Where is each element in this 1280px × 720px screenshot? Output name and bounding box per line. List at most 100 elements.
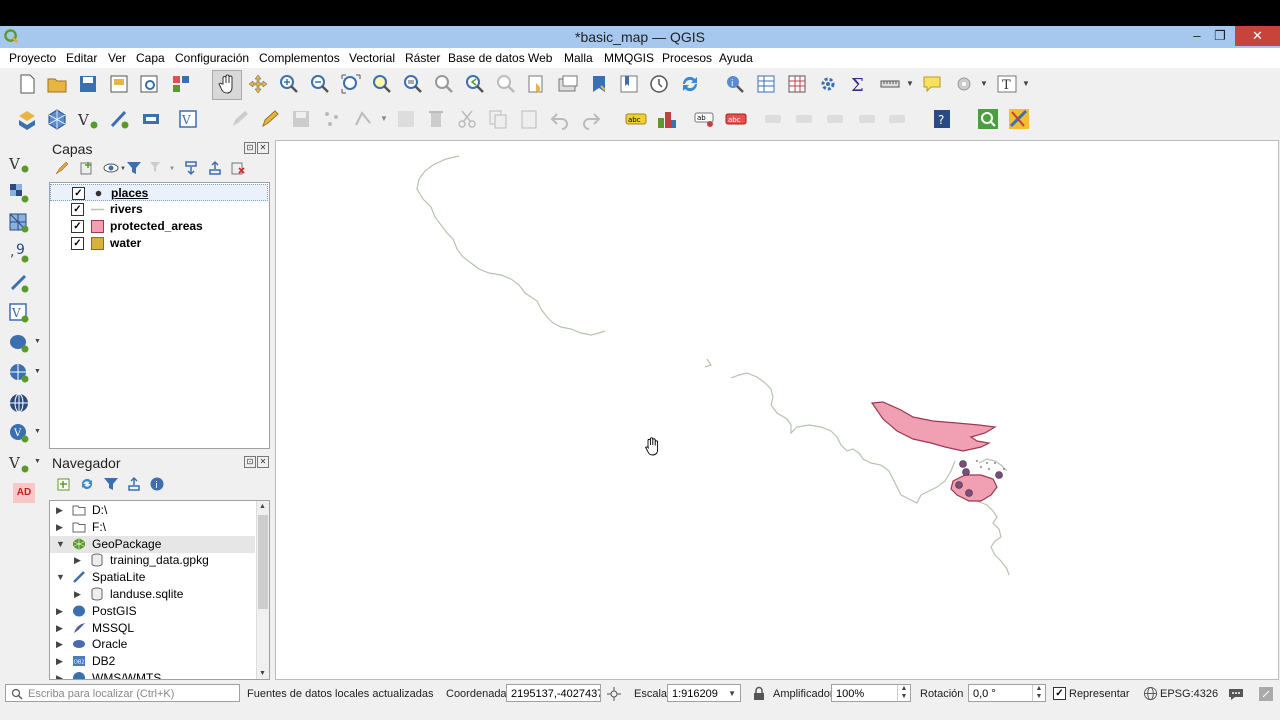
zoom-to-selection-icon[interactable] <box>371 73 393 95</box>
statistics-summary-icon[interactable]: Σ <box>848 73 870 95</box>
collapse-all-icon[interactable] <box>207 160 223 176</box>
new-bookmark-icon[interactable] <box>526 73 548 95</box>
add-wfs-layer-icon[interactable] <box>8 392 30 414</box>
browser-item[interactable]: ▶ landuse.sqlite <box>50 586 255 603</box>
layer-labeling-icon[interactable]: abc <box>625 108 647 130</box>
layers-panel-close-button[interactable]: ✕ <box>257 142 269 154</box>
new-geopackage-layer-icon[interactable] <box>46 108 68 130</box>
browser-filter-icon[interactable] <box>103 476 119 492</box>
restore-button[interactable]: ❐ <box>1205 26 1235 46</box>
zoom-to-layer-icon[interactable] <box>402 73 424 95</box>
scrollbar-thumb[interactable] <box>258 515 268 609</box>
menu-procesos[interactable]: Procesos <box>662 51 712 65</box>
close-button[interactable]: ✕ <box>1235 26 1280 46</box>
zoom-full-icon[interactable] <box>340 73 362 95</box>
layer-visibility-checkbox[interactable]: ✓ <box>71 203 84 216</box>
render-checkbox[interactable]: ✓ <box>1053 687 1066 700</box>
browser-panel-float-button[interactable]: ⊡ <box>244 456 256 468</box>
processing-toolbox-icon[interactable] <box>817 73 839 95</box>
scroll-down-icon[interactable]: ▼ <box>259 670 266 677</box>
expand-arrow-icon[interactable]: ▶ <box>56 606 63 617</box>
coordinate-field[interactable]: 2195137,-4027437 <box>506 684 601 702</box>
zoom-last-icon[interactable] <box>464 73 486 95</box>
save-layer-edits-icon[interactable] <box>290 108 312 130</box>
add-delimited-text-icon[interactable]: ,9 <box>8 242 30 264</box>
browser-panel-close-button[interactable]: ✕ <box>257 456 269 468</box>
move-label-icon[interactable] <box>762 108 784 130</box>
vertex-dropdown-icon[interactable]: ▼ <box>380 114 388 123</box>
quickmap-plugin-icon[interactable] <box>1008 108 1030 130</box>
show-hide-labels-icon[interactable]: abc <box>725 108 747 130</box>
filter-expression-icon[interactable] <box>149 160 165 176</box>
menu-capa[interactable]: Capa <box>136 51 165 65</box>
decorations-dropdown-icon[interactable]: ▼ <box>980 79 988 88</box>
pan-map-icon[interactable] <box>216 73 238 95</box>
menu-configuracion[interactable]: Configuración <box>175 51 249 65</box>
expand-arrow-icon[interactable]: ▶ <box>74 555 81 566</box>
add-wcs-layer-icon[interactable]: V <box>8 422 30 444</box>
layer-visibility-checkbox[interactable]: ✓ <box>71 220 84 233</box>
layer-visibility-checkbox[interactable]: ✓ <box>71 237 84 250</box>
toggle-editing-icon[interactable] <box>259 108 281 130</box>
scroll-up-icon[interactable]: ▲ <box>259 503 266 510</box>
temporal-controller-icon[interactable] <box>648 73 670 95</box>
collapse-arrow-icon[interactable]: ▼ <box>56 539 65 549</box>
new-spatialite-layer-icon[interactable] <box>108 108 130 130</box>
bookmarks-manager-icon[interactable] <box>618 73 640 95</box>
identify-features-icon[interactable]: i <box>724 73 746 95</box>
filter-dropdown-icon[interactable]: ▼ <box>169 166 175 172</box>
zoom-in-icon[interactable] <box>278 73 300 95</box>
add-vector-layer-icon[interactable]: V <box>8 152 30 174</box>
manage-map-themes-icon[interactable] <box>103 160 119 176</box>
help-icon[interactable]: ? <box>931 108 953 130</box>
measure-dropdown-icon[interactable]: ▼ <box>906 79 914 88</box>
measure-line-icon[interactable] <box>879 73 901 95</box>
field-calculator-icon[interactable] <box>786 73 808 95</box>
rotate-label-icon[interactable] <box>793 108 815 130</box>
pan-to-selection-icon[interactable] <box>247 73 269 95</box>
menu-vectorial[interactable]: Vectorial <box>349 51 395 65</box>
ad-plugin-button[interactable]: AD <box>13 483 35 503</box>
remove-layer-icon[interactable] <box>230 160 246 176</box>
browser-item[interactable]: ▶ DB2 DB2 <box>50 653 255 670</box>
layer-visibility-checkbox[interactable]: ✓ <box>72 187 85 200</box>
change-label-icon[interactable] <box>824 108 846 130</box>
browser-item[interactable]: ▶ PostGIS <box>50 603 255 620</box>
scale-combobox[interactable]: 1:916209 ▼ <box>667 684 741 702</box>
new-temporary-layer-icon[interactable]: V <box>177 108 199 130</box>
paste-features-icon[interactable] <box>518 108 540 130</box>
annotation-dropdown-icon[interactable]: ▼ <box>1022 79 1030 88</box>
new-project-icon[interactable] <box>16 73 38 95</box>
menu-malla[interactable]: Malla <box>564 51 593 65</box>
data-source-manager-icon[interactable] <box>16 108 38 130</box>
collapse-arrow-icon[interactable]: ▼ <box>56 572 65 582</box>
menu-raster[interactable]: Ráster <box>405 51 440 65</box>
layer-diagram-icon[interactable] <box>656 108 678 130</box>
menu-proyecto[interactable]: Proyecto <box>9 51 56 65</box>
vertex-tool-icon[interactable] <box>352 108 374 130</box>
modify-attributes-icon[interactable] <box>395 108 417 130</box>
menu-ver[interactable]: Ver <box>108 51 126 65</box>
expand-arrow-icon[interactable]: ▶ <box>56 522 63 533</box>
add-spatialite-layer-icon[interactable] <box>8 272 30 294</box>
expand-arrow-icon[interactable]: ▶ <box>56 505 63 516</box>
layer-row-protected-areas[interactable]: ✓ protected_areas <box>50 218 268 235</box>
postgis-dropdown-icon[interactable]: ▼ <box>34 338 41 345</box>
menu-complementos[interactable]: Complementos <box>259 51 340 65</box>
rotation-spin-arrows[interactable]: ▲ ▼ <box>1032 685 1045 701</box>
browser-item[interactable]: ▶ training_data.gpkg <box>50 552 255 569</box>
browser-item[interactable]: ▶ WMS/WMTS <box>50 670 255 679</box>
layer-styling-icon[interactable] <box>54 160 70 176</box>
filter-legend-icon[interactable] <box>126 160 142 176</box>
lock-scale-icon[interactable] <box>752 686 766 701</box>
messages-icon[interactable] <box>1228 686 1244 702</box>
add-wms-layer-icon[interactable] <box>8 362 30 384</box>
copy-features-icon[interactable] <box>487 108 509 130</box>
expand-arrow-icon[interactable]: ▶ <box>56 639 63 650</box>
add-raster-layer-icon[interactable] <box>8 182 30 204</box>
digitize-point-icon[interactable] <box>321 108 343 130</box>
browser-item[interactable]: ▶ MSSQL <box>50 620 255 637</box>
browser-item[interactable]: ▶ D:\ <box>50 502 255 519</box>
wms-dropdown-icon[interactable]: ▼ <box>34 368 41 375</box>
browser-properties-icon[interactable]: i <box>149 476 165 492</box>
